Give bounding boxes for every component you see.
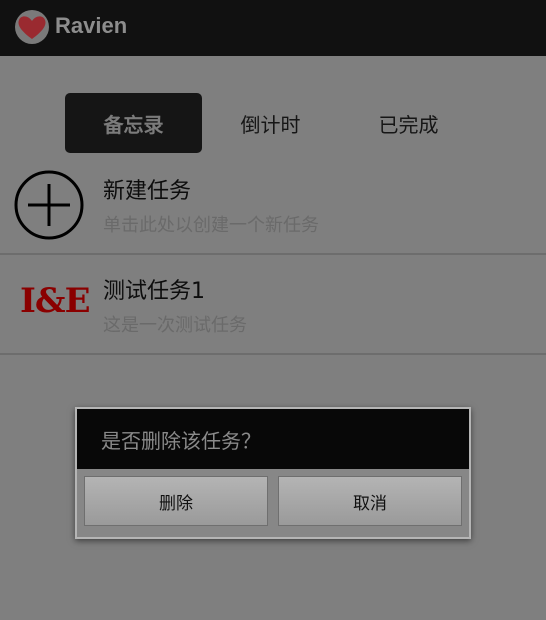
dialog-header: 是否删除该任务？ [77, 409, 469, 469]
delete-button[interactable]: 删除 [84, 476, 268, 526]
tab-memo[interactable]: 备忘录 [65, 93, 202, 153]
add-circle-icon[interactable] [14, 170, 84, 240]
cancel-button[interactable]: 取消 [278, 476, 462, 526]
tab-countdown[interactable]: 倒计时 [202, 93, 339, 153]
heart-icon [15, 10, 49, 44]
tab-completed[interactable]: 已完成 [340, 93, 477, 153]
task-title: 测试任务1 [103, 279, 205, 304]
divider [0, 353, 546, 355]
task-subtitle: 这是一次测试任务 [103, 315, 247, 336]
dialog-title: 是否删除该任务？ [101, 429, 261, 453]
ie-logo-icon: I&E [20, 281, 91, 321]
app-title-bar: Ravien [0, 0, 546, 56]
delete-confirm-dialog: 是否删除该任务？ 删除 取消 [75, 407, 471, 539]
task-subtitle: 单击此处以创建一个新任务 [103, 215, 319, 236]
task-title: 新建任务 [103, 179, 192, 204]
app-title: Ravien [55, 13, 128, 38]
